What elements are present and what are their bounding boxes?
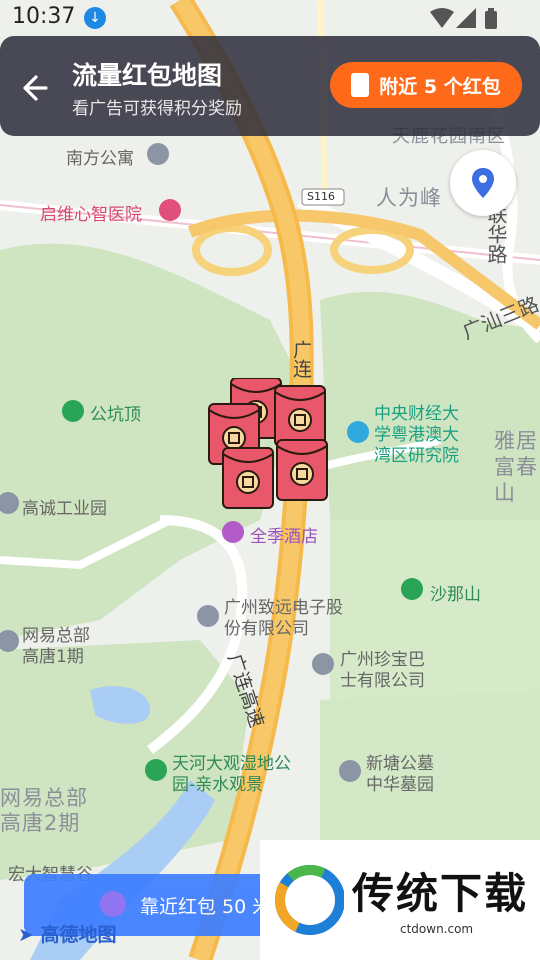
page-subtitle: 看广告可获得积分奖励 — [72, 99, 242, 119]
route-shield-label: S116 — [307, 190, 335, 203]
map-label: 广州珍宝巴士有限公司 — [340, 650, 425, 691]
header-bar: 流量红包地图 看广告可获得积分奖励 附近 5 个红包 — [0, 36, 540, 136]
user-dot-icon — [100, 891, 126, 917]
map-label: 广连 — [290, 340, 312, 378]
map-label: 天河大观湿地公园-亲水观景 — [172, 754, 291, 795]
my-location-button[interactable] — [450, 150, 516, 216]
poi-marker[interactable] — [145, 759, 167, 781]
envelope-icon — [351, 73, 370, 97]
poi-marker[interactable] — [222, 521, 244, 543]
red-packet-cluster[interactable] — [205, 377, 335, 518]
red-packet-envelope[interactable] — [222, 447, 274, 509]
poi-marker[interactable] — [347, 421, 369, 443]
map-label: 沙那山 — [430, 585, 481, 605]
distance-text: 靠近红包 50 米 — [140, 896, 272, 918]
status-time: 10:37 — [12, 4, 76, 29]
map-label: 广州致远电子股份有限公司 — [224, 598, 343, 639]
map-label: 中央财经大学粤港澳大湾区研究院 — [374, 404, 459, 466]
poi-marker[interactable] — [312, 653, 334, 675]
location-pin-icon — [472, 168, 494, 198]
wifi-icon — [430, 8, 454, 28]
map-label: 网易总部高唐1期 — [22, 626, 90, 667]
map-label: 新塘公墓中华墓园 — [366, 754, 434, 795]
map-label: 全季酒店 — [250, 527, 318, 547]
poi-marker[interactable] — [339, 760, 361, 782]
amap-logo-text: 高德地图 — [40, 924, 117, 946]
watermark-url: ctdown.com — [400, 922, 474, 936]
poi-marker[interactable] — [159, 199, 181, 221]
nearby-button-label: 附近 5 个红包 — [379, 75, 501, 98]
nearby-red-packets-button[interactable]: 附近 5 个红包 — [330, 62, 522, 108]
map-label: 启维心智医院 — [40, 205, 142, 225]
map-label: 公坑顶 — [90, 405, 141, 425]
status-bar: 10:37 ↓ — [0, 0, 540, 36]
amap-logo: ➤ 高德地图 — [18, 924, 117, 946]
download-icon: ↓ — [84, 7, 106, 29]
map-label: 雅居 富春山 — [494, 429, 538, 505]
map-label: 南方公寓 — [66, 149, 134, 169]
poi-marker[interactable] — [197, 605, 219, 627]
map-label: 人为峰 — [376, 186, 442, 210]
page-title: 流量红包地图 — [72, 61, 223, 90]
watermark: 传统下载 ctdown.com — [260, 840, 540, 960]
back-arrow-icon[interactable] — [18, 68, 58, 108]
signal-icon — [456, 8, 476, 28]
poi-marker[interactable] — [401, 578, 423, 600]
watermark-logo-icon — [275, 865, 344, 935]
red-packet-envelope[interactable] — [276, 439, 328, 501]
poi-marker[interactable] — [62, 400, 84, 422]
red-packet-envelope[interactable] — [274, 385, 326, 447]
battery-icon — [485, 8, 497, 29]
watermark-title: 传统下载 — [352, 869, 529, 918]
map-label: 高诚工业园 — [22, 499, 107, 519]
map-label: 网易总部高唐2期 — [0, 786, 88, 835]
red-packet-icons[interactable] — [205, 377, 335, 518]
poi-marker[interactable] — [147, 143, 169, 165]
